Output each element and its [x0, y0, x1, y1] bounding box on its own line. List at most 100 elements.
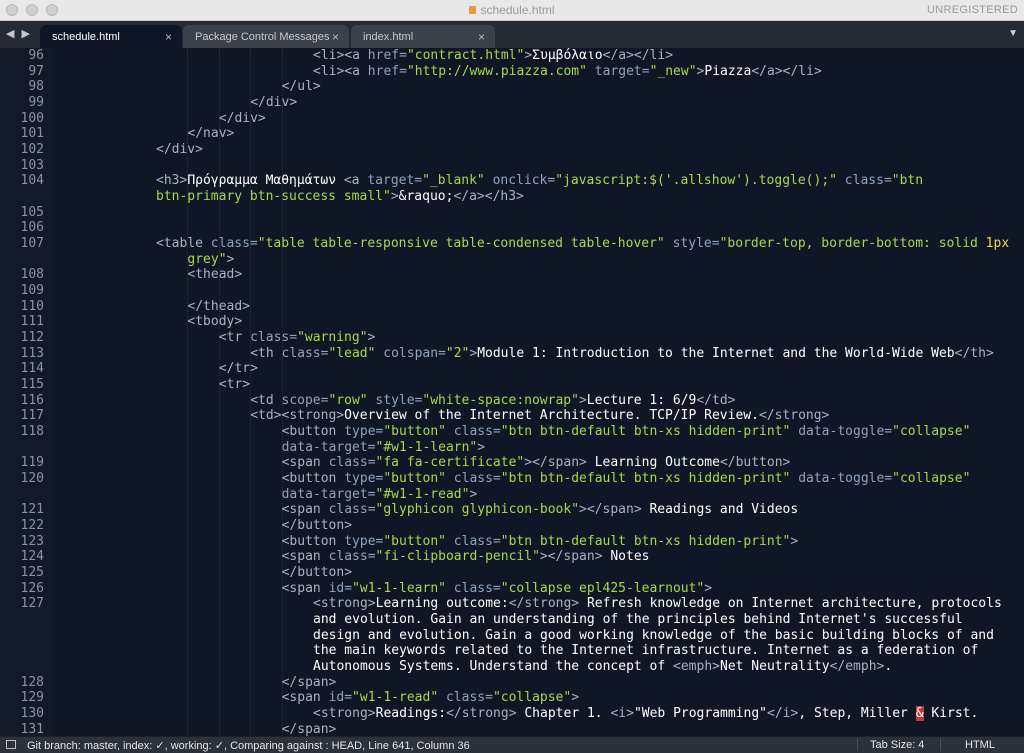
- code-line[interactable]: 111 <tbody>: [0, 314, 1024, 330]
- code-token: "collapse": [892, 471, 971, 487]
- code-text: <li><a href="http://www.piazza.com" targ…: [313, 64, 822, 80]
- tab-schedule-html[interactable]: schedule.html ×: [40, 25, 182, 48]
- code-line[interactable]: 104 <h3>Πρόγραμμα Μαθημάτων <a target="_b…: [0, 173, 1024, 189]
- code-line[interactable]: 107 <table class="table table-responsive …: [0, 236, 1024, 252]
- code-token: </button>: [719, 455, 791, 471]
- code-editor[interactable]: 96 <li><a href="contract.html">Συμβόλαιο<…: [0, 48, 1024, 736]
- code-line[interactable]: 130 <strong>Readings:</strong> Chapter 1.…: [0, 706, 1024, 722]
- code-token: <li><a: [313, 63, 368, 79]
- code-line[interactable]: 129 <span id="w1-1-read" class="collapse"…: [0, 690, 1024, 706]
- code-line[interactable]: 128 </span>: [0, 675, 1024, 691]
- code-text: <thead>: [187, 267, 242, 283]
- code-token: </th>: [954, 345, 994, 361]
- code-line[interactable]: 123 <button type="button" class="btn btn-…: [0, 534, 1024, 550]
- tab-size-selector[interactable]: Tab Size: 4: [870, 739, 924, 751]
- code-line[interactable]: 124 <span class="fi-clipboard-pencil"></s…: [0, 549, 1024, 565]
- code-line[interactable]: 99 </div>: [0, 95, 1024, 111]
- code-token: "w1-1-read": [352, 690, 439, 706]
- code-text: </span>: [282, 722, 337, 736]
- code-token: Kirst.: [923, 706, 979, 722]
- code-line[interactable]: 116 <td scope="row" style="white-space:no…: [0, 393, 1024, 409]
- code-token: >: [704, 580, 713, 596]
- code-line[interactable]: data-target="#w1-1-read">: [0, 487, 1024, 503]
- line-number: 101: [20, 126, 44, 142]
- code-line[interactable]: 122 </button>: [0, 518, 1024, 534]
- code-token: style=: [367, 392, 423, 408]
- code-token: <button: [281, 533, 345, 549]
- code-token: , Step, Miller: [798, 706, 916, 722]
- code-line[interactable]: 96 <li><a href="contract.html">Συμβόλαιο<…: [0, 48, 1024, 64]
- code-line[interactable]: 120 <button type="button" class="btn btn-…: [0, 471, 1024, 487]
- code-token: "button": [383, 424, 446, 440]
- line-number: 118: [20, 424, 44, 440]
- line-number: 128: [20, 674, 44, 690]
- code-text: data-target="#w1-1-read">: [282, 487, 478, 503]
- code-token: href=: [367, 48, 407, 63]
- code-text: design and evolution. Gain a good workin…: [313, 628, 994, 644]
- code-line[interactable]: 103: [0, 158, 1024, 174]
- tab-nav-arrows-icon[interactable]: ◀ ▶: [6, 27, 32, 40]
- line-number: 120: [20, 471, 44, 487]
- code-token: id=: [328, 580, 353, 596]
- code-token: <strong>: [313, 706, 376, 722]
- panel-toggle-icon[interactable]: [6, 740, 16, 749]
- code-text: <strong>Readings:</strong> Chapter 1. <i…: [313, 706, 978, 722]
- code-text: grey">: [187, 252, 234, 268]
- code-token: </tr>: [218, 361, 258, 377]
- tab-close-icon[interactable]: ×: [478, 30, 485, 44]
- tab-index-html[interactable]: index.html ×: [351, 25, 495, 48]
- tab-close-icon[interactable]: ×: [332, 30, 339, 44]
- code-line[interactable]: 131 </span>: [0, 722, 1024, 736]
- code-token: >: [469, 486, 478, 502]
- code-token: >: [477, 439, 486, 455]
- code-token: Refresh knowledge on Internet architectu…: [579, 596, 1002, 612]
- code-line[interactable]: 121 <span class="glyphicon glyphicon-book…: [0, 502, 1024, 518]
- code-line[interactable]: 115 <tr>: [0, 377, 1024, 393]
- code-line[interactable]: 105: [0, 205, 1024, 221]
- syntax-selector[interactable]: HTML: [965, 739, 995, 751]
- code-line[interactable]: 119 <span class="fa fa-certificate"></spa…: [0, 455, 1024, 471]
- tab-close-icon[interactable]: ×: [165, 30, 172, 44]
- code-line[interactable]: the main keywords related to the Interne…: [0, 643, 1024, 659]
- code-line[interactable]: 97 <li><a href="http://www.piazza.com" ta…: [0, 64, 1024, 80]
- code-line[interactable]: 125 </button>: [0, 565, 1024, 581]
- code-token: >: [367, 330, 376, 346]
- code-line[interactable]: 109: [0, 283, 1024, 299]
- code-line[interactable]: 102 </div>: [0, 142, 1024, 158]
- code-token: and evolution. Gain an understanding of …: [313, 612, 963, 628]
- code-token: &: [915, 706, 924, 722]
- code-line[interactable]: design and evolution. Gain a good workin…: [0, 628, 1024, 644]
- code-line[interactable]: data-target="#w1-1-learn">: [0, 440, 1024, 456]
- code-line[interactable]: btn-primary btn-success small">&raquo;</…: [0, 189, 1024, 205]
- window-title-text: schedule.html: [480, 3, 555, 17]
- line-number: 131: [20, 721, 44, 736]
- code-line[interactable]: 112 <tr class="warning">: [0, 330, 1024, 346]
- code-token: </button>: [281, 518, 353, 534]
- code-line[interactable]: 114 </tr>: [0, 361, 1024, 377]
- code-token: Readings:: [375, 706, 447, 722]
- code-line[interactable]: 101 </nav>: [0, 126, 1024, 142]
- code-token: data-target=: [281, 486, 376, 502]
- code-line[interactable]: 118 <button type="button" class="btn btn-…: [0, 424, 1024, 440]
- code-line[interactable]: 98 </ul>: [0, 79, 1024, 95]
- code-token: <span: [281, 549, 329, 565]
- code-line[interactable]: 110 </thead>: [0, 299, 1024, 315]
- code-line[interactable]: 108 <thead>: [0, 267, 1024, 283]
- code-token: >: [524, 48, 533, 63]
- tab-package-control-messages[interactable]: Package Control Messages ×: [183, 25, 349, 48]
- code-line[interactable]: 126 <span id="w1-1-learn" class="collapse…: [0, 581, 1024, 597]
- code-line[interactable]: 106: [0, 220, 1024, 236]
- code-line[interactable]: Autonomous Systems. Understand the conce…: [0, 659, 1024, 675]
- code-line[interactable]: and evolution. Gain an understanding of …: [0, 612, 1024, 628]
- code-line[interactable]: 100 </div>: [0, 111, 1024, 127]
- code-token: btn-primary btn-success small": [156, 189, 391, 205]
- tab-list-menu-icon[interactable]: ▼: [1008, 28, 1018, 39]
- code-line[interactable]: 127 <strong>Learning outcome:</strong> Re…: [0, 596, 1024, 612]
- code-token: "contract.html": [406, 48, 525, 63]
- code-token: ></span>: [524, 455, 587, 471]
- code-line[interactable]: grey">: [0, 252, 1024, 268]
- code-line[interactable]: 117 <td><strong>Overview of the Internet …: [0, 408, 1024, 424]
- code-token: "http://www.piazza.com": [406, 63, 587, 79]
- code-line[interactable]: 113 <th class="lead" colspan="2">Module 1…: [0, 346, 1024, 362]
- code-token: onclick=: [484, 173, 556, 189]
